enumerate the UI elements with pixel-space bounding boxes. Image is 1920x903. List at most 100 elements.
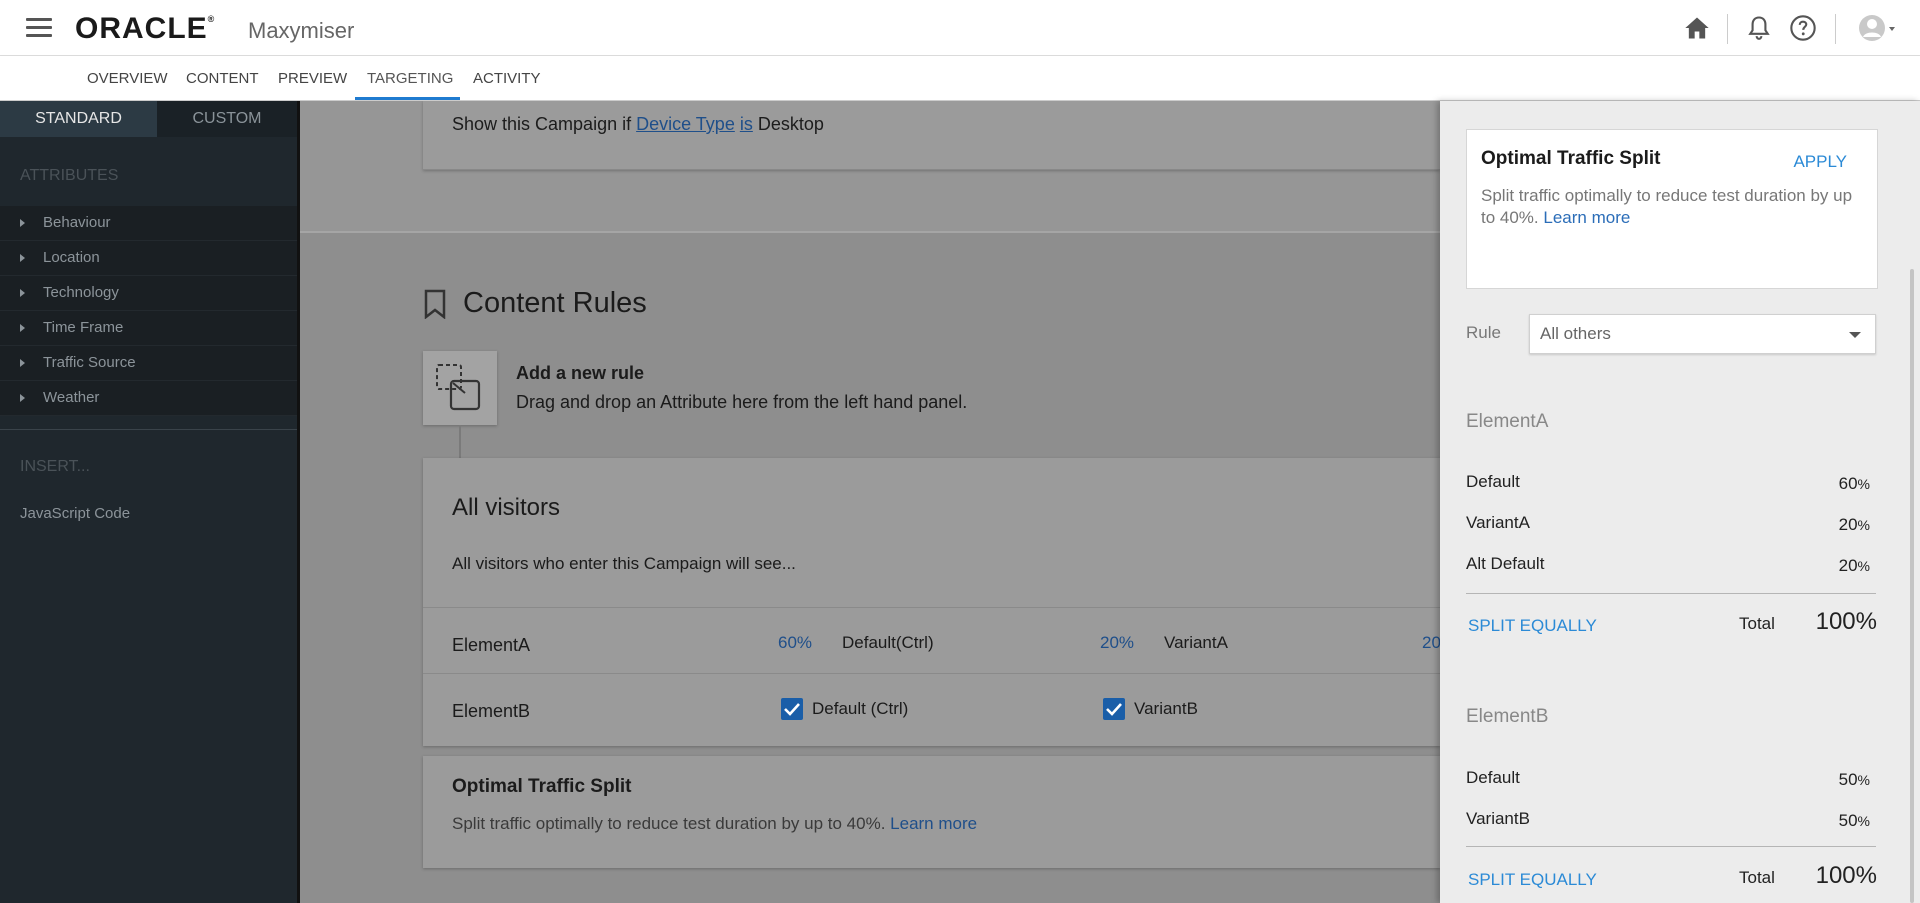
divider <box>423 673 1440 674</box>
expand-arrow-icon <box>20 254 25 262</box>
sidebar-item-time-frame[interactable]: Time Frame <box>0 311 297 346</box>
all-visitors-title: All visitors <box>452 494 561 521</box>
variant-name: VariantA <box>1466 513 1530 532</box>
split-equally-button[interactable]: SPLIT EQUALLY <box>1468 616 1597 636</box>
all-visitors-description: All visitors who enter this Campaign wil… <box>452 554 796 573</box>
split-equally-button[interactable]: SPLIT EQUALLY <box>1468 870 1597 890</box>
tab-content[interactable]: CONTENT <box>186 70 259 100</box>
campaign-rule-card: Show this Campaign if Device Type is Des… <box>423 101 1440 170</box>
tab-custom[interactable]: CUSTOM <box>157 101 297 137</box>
tab-overview[interactable]: OVERVIEW <box>87 70 168 100</box>
ots-title: Optimal Traffic Split <box>1481 148 1661 169</box>
variant-percentage[interactable]: 20 <box>1422 633 1440 653</box>
checkmark-icon <box>1106 703 1122 716</box>
tab-preview[interactable]: PREVIEW <box>278 70 347 100</box>
divider <box>1835 14 1836 44</box>
element-b-label: ElementB <box>452 701 531 721</box>
bell-icon[interactable] <box>1745 14 1773 42</box>
variant-percentage-input[interactable]: 50% <box>1839 770 1870 790</box>
rule-select-value: All others <box>1540 324 1611 343</box>
variant-percentage-input[interactable]: 20% <box>1839 556 1870 576</box>
variant-checkbox[interactable] <box>781 698 803 720</box>
sidebar-item-traffic-source[interactable]: Traffic Source <box>0 346 297 381</box>
sidebar-item-behaviour[interactable]: Behaviour <box>0 206 297 241</box>
ots-box: Optimal Traffic Split APPLY Split traffi… <box>1466 129 1878 289</box>
optimal-traffic-split-card: Optimal Traffic Split Split traffic opti… <box>423 756 1440 868</box>
variant-percentage-input[interactable]: 60% <box>1839 474 1870 494</box>
ots-title: Optimal Traffic Split <box>452 776 632 797</box>
total-label: Total <box>1739 614 1775 633</box>
attribute-link[interactable]: Device Type <box>636 114 735 134</box>
total-value: 100% <box>1815 862 1877 889</box>
variant-percentage-input[interactable]: 50% <box>1839 811 1870 831</box>
scrollbar[interactable] <box>1910 269 1914 903</box>
variant-name: Alt Default <box>1466 554 1545 573</box>
variant-percentage[interactable]: 60% <box>778 633 812 653</box>
menu-icon[interactable] <box>26 18 52 38</box>
rule-select[interactable]: All others <box>1529 314 1876 354</box>
tab-standard[interactable]: STANDARD <box>0 101 157 137</box>
drag-drop-icon <box>436 364 481 411</box>
active-tab-indicator <box>355 97 460 100</box>
variant-name: VariantB <box>1134 699 1198 718</box>
ots-description: Split traffic optimally to reduce test d… <box>452 814 978 833</box>
tab-targeting[interactable]: TARGETING <box>367 70 453 100</box>
element-a-label: ElementA <box>452 635 531 655</box>
divider <box>0 429 297 430</box>
divider <box>300 231 1440 233</box>
traffic-allocation-panel: Optimal Traffic Split APPLY Split traffi… <box>1440 101 1920 903</box>
sidebar-item-javascript-code[interactable]: JavaScript Code <box>20 505 130 522</box>
sidebar-tabs: STANDARD CUSTOM <box>0 101 300 137</box>
add-rule-description: Drag and drop an Attribute here from the… <box>516 392 968 412</box>
help-icon[interactable] <box>1789 14 1817 42</box>
element-b-title: ElementB <box>1466 706 1549 727</box>
variant-percentage[interactable]: 20% <box>1100 633 1134 653</box>
variant-checkbox[interactable] <box>1103 698 1125 720</box>
tab-activity[interactable]: ACTIVITY <box>473 70 541 100</box>
nav-tabs: OVERVIEW CONTENT PREVIEW TARGETING ACTIV… <box>0 56 1920 101</box>
expand-arrow-icon <box>20 219 25 227</box>
operator-link[interactable]: is <box>740 114 753 134</box>
divider <box>423 607 1440 608</box>
expand-arrow-icon <box>20 359 25 367</box>
checkmark-icon <box>784 703 800 716</box>
variant-name: Default (Ctrl) <box>812 699 909 718</box>
targeting-main: Show this Campaign if Device Type is Des… <box>300 101 1440 903</box>
sidebar-item-location[interactable]: Location <box>0 241 297 276</box>
element-a-title: ElementA <box>1466 411 1549 432</box>
user-avatar-icon[interactable] <box>1858 14 1898 42</box>
add-rule-dropzone[interactable] <box>423 351 497 425</box>
divider <box>1466 846 1876 847</box>
sidebar-item-weather[interactable]: Weather <box>0 381 297 416</box>
bookmark-icon <box>424 289 446 319</box>
total-value: 100% <box>1815 608 1877 635</box>
chevron-down-icon <box>1849 332 1861 338</box>
variant-percentage-input[interactable]: 20% <box>1839 515 1870 535</box>
expand-arrow-icon <box>20 289 25 297</box>
total-label: Total <box>1739 868 1775 887</box>
variant-name: VariantB <box>1466 809 1530 828</box>
divider <box>1466 593 1876 594</box>
content-rules-title: Content Rules <box>463 287 647 319</box>
campaign-rule-section: Show this Campaign if Device Type is Des… <box>300 101 1440 231</box>
divider <box>1727 14 1728 44</box>
learn-more-link[interactable]: Learn more <box>1543 208 1630 227</box>
attributes-heading: ATTRIBUTES <box>20 167 119 184</box>
campaign-rule-text: Show this Campaign if Device Type is Des… <box>452 114 824 134</box>
oracle-logo: ORACLE® <box>75 12 216 45</box>
expand-arrow-icon <box>20 394 25 402</box>
variant-name: Default(Ctrl) <box>842 633 934 652</box>
apply-button[interactable]: APPLY <box>1793 152 1847 172</box>
variant-name: Default <box>1466 768 1520 787</box>
sidebar-item-technology[interactable]: Technology <box>0 276 297 311</box>
rule-label: Rule <box>1466 323 1501 342</box>
insert-heading: INSERT... <box>20 458 90 475</box>
rule-connector <box>459 425 461 458</box>
attributes-list: Behaviour Location Technology Time Frame… <box>0 206 297 416</box>
all-visitors-card: All visitors All visitors who enter this… <box>423 458 1440 746</box>
product-name: Maxymiser <box>248 18 355 43</box>
home-icon[interactable] <box>1683 14 1711 42</box>
attributes-sidebar: STANDARD CUSTOM ATTRIBUTES Behaviour Loc… <box>0 101 300 903</box>
ots-description: Split traffic optimally to reduce test d… <box>1481 186 1853 227</box>
learn-more-link[interactable]: Learn more <box>890 814 977 833</box>
